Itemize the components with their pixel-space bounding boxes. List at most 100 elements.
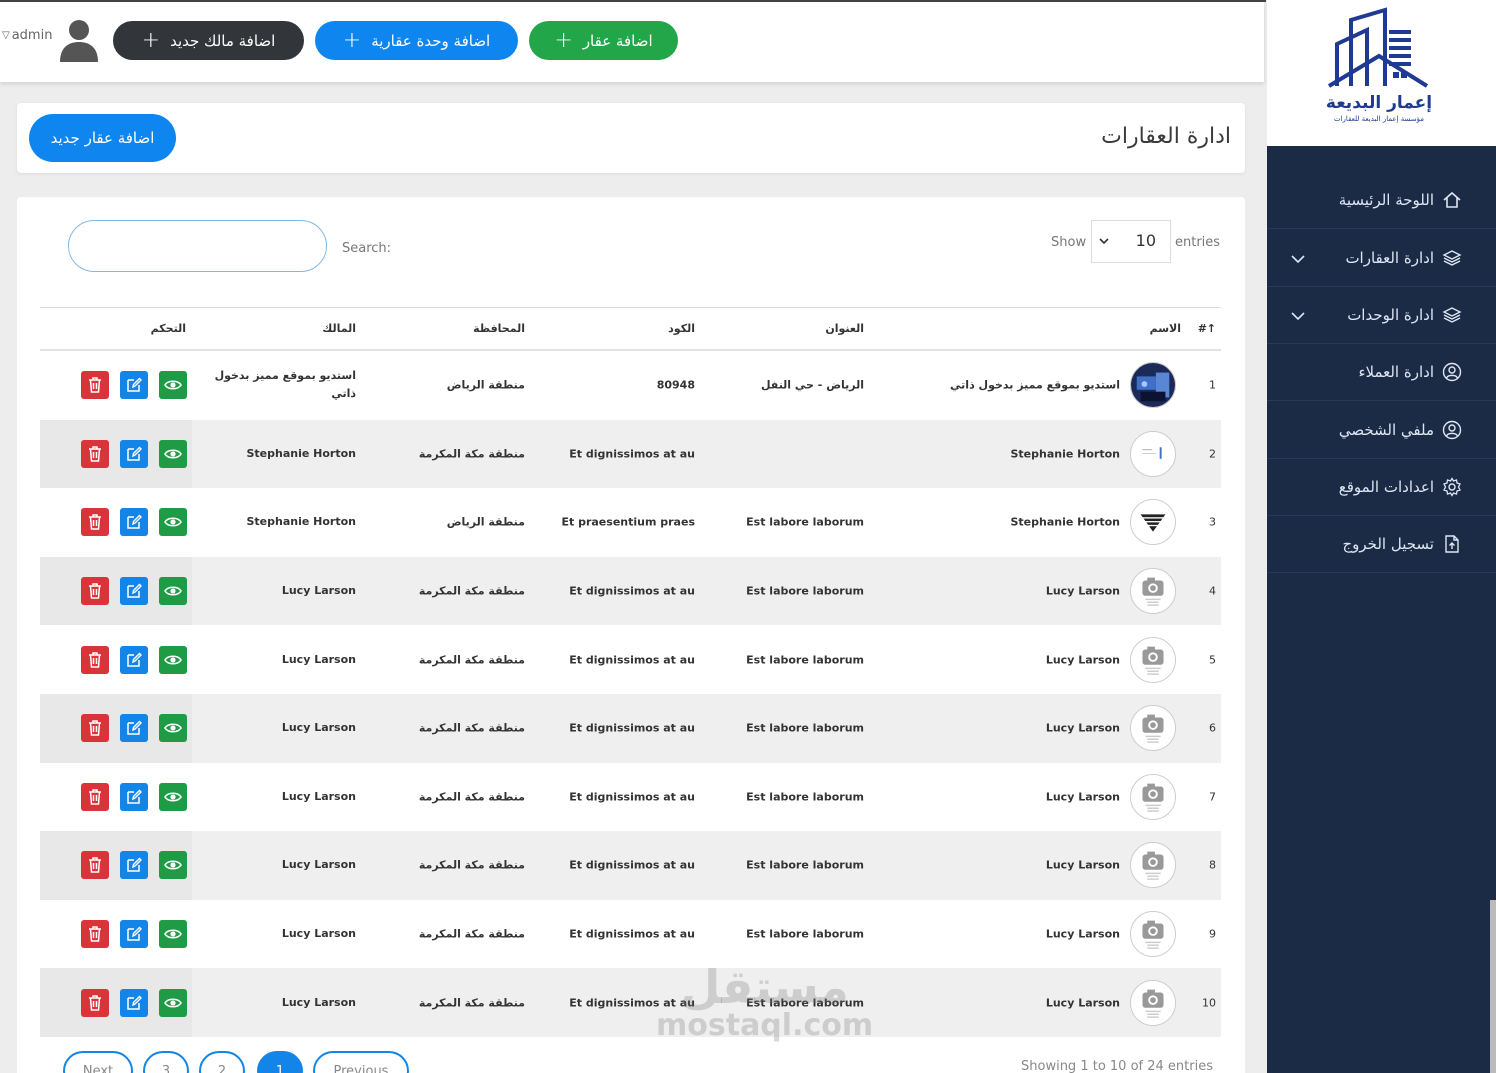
delete-button[interactable] (81, 508, 109, 537)
col-header-governorate[interactable]: المحافظة (473, 322, 525, 335)
sidebar-item-label: ادارة العقارات (1345, 249, 1434, 267)
sidebar-item-units[interactable]: ادارة الوحدات (1267, 287, 1496, 344)
delete-button[interactable] (81, 920, 109, 949)
user-circle-icon (1442, 420, 1462, 440)
search-label: Search: (342, 241, 392, 256)
cell-owner: استديو بموقع مميز بدخول ذاتي (214, 369, 356, 401)
cell-owner: Lucy Larson (281, 995, 356, 1009)
trash-icon (87, 582, 103, 600)
user-menu[interactable]: ▽ admin (2, 28, 52, 43)
edit-button[interactable] (120, 645, 148, 674)
entries-length-select[interactable]: 10 (1091, 220, 1171, 263)
pagination-page-1[interactable]: 1 (257, 1051, 303, 1073)
add-unit-button[interactable]: + اضافة وحدة عقارية (315, 21, 518, 60)
edit-button[interactable] (120, 439, 148, 468)
property-thumbnail[interactable] (1130, 979, 1176, 1026)
add-owner-button[interactable]: + اضافة مالك جديد (113, 21, 304, 60)
pagination-previous[interactable]: Previous (313, 1051, 409, 1073)
plus-icon: + (554, 27, 573, 53)
col-header-name[interactable]: الاسم (1150, 322, 1181, 335)
sidebar-item-label: اللوحة الرئيسية (1338, 191, 1434, 209)
cell-governorate: منطقة مكة المكرمة (418, 721, 525, 735)
edit-button[interactable] (120, 851, 148, 880)
sort-icon[interactable]: ↑ (1207, 322, 1216, 335)
layers-icon (1442, 305, 1462, 325)
view-button[interactable] (159, 920, 187, 949)
view-button[interactable] (159, 439, 187, 468)
view-button[interactable] (159, 714, 187, 743)
property-thumbnail[interactable] (1130, 362, 1176, 409)
sidebar-item-dashboard[interactable]: اللوحة الرئيسية (1267, 172, 1496, 229)
delete-button[interactable] (81, 988, 109, 1017)
edit-button[interactable] (120, 508, 148, 537)
cell-name: Lucy Larson (1045, 996, 1120, 1010)
view-button[interactable] (159, 851, 187, 880)
view-button[interactable] (159, 577, 187, 606)
property-thumbnail[interactable] (1130, 636, 1176, 683)
scrollbar-thumb[interactable] (1490, 900, 1496, 1073)
delete-button[interactable] (81, 645, 109, 674)
table-row: 6 Lucy Larson Est labore laborum Et digniss… (40, 693, 1221, 763)
cell-address: Est labore laborum (746, 721, 864, 735)
view-button[interactable] (159, 782, 187, 811)
pagination-next[interactable]: Next (63, 1051, 133, 1073)
chevron-down-icon (1291, 312, 1305, 321)
eye-icon (164, 719, 182, 737)
delete-button[interactable] (81, 371, 109, 400)
delete-button[interactable] (81, 851, 109, 880)
pagination-page-2[interactable]: 2 (199, 1051, 245, 1073)
sidebar-item-settings[interactable]: اعدادات الموقع (1267, 459, 1496, 516)
table-row: 1 استديو بموقع مميز بدخول ذاتي الرياض - حي… (40, 351, 1221, 420)
user-name: admin (11, 28, 53, 43)
property-thumbnail[interactable] (1130, 430, 1176, 477)
cell-owner: Lucy Larson (281, 652, 356, 666)
add-unit-label: اضافة وحدة عقارية (371, 31, 491, 50)
col-header-address[interactable]: العنوان (825, 322, 864, 335)
trash-icon (87, 925, 103, 943)
edit-button[interactable] (120, 988, 148, 1017)
edit-icon (125, 994, 143, 1012)
sidebar-item-logout[interactable]: تسجيل الخروج (1267, 516, 1496, 573)
col-header-code[interactable]: الكود (668, 322, 695, 335)
cell-num: 1 (1209, 378, 1216, 392)
col-header-owner[interactable]: المالك (322, 322, 356, 335)
sidebar-item-profile[interactable]: ملفي الشخصي (1267, 402, 1496, 459)
property-thumbnail[interactable] (1130, 705, 1176, 752)
add-property-button[interactable]: + اضافة عقار (529, 21, 678, 60)
cell-name: استديو بموقع مميز بدخول ذاتي (950, 378, 1120, 392)
view-button[interactable] (159, 645, 187, 674)
edit-button[interactable] (120, 920, 148, 949)
brand-name: إعمار البديعة (1326, 93, 1432, 113)
edit-button[interactable] (120, 577, 148, 606)
delete-button[interactable] (81, 439, 109, 468)
edit-button[interactable] (120, 782, 148, 811)
delete-button[interactable] (81, 782, 109, 811)
sidebar-item-properties[interactable]: ادارة العقارات (1267, 230, 1496, 287)
delete-button[interactable] (81, 714, 109, 743)
watermark-en: mostaql.com (656, 1008, 874, 1043)
sidebar-item-clients[interactable]: ادارة العملاء (1267, 344, 1496, 401)
col-header-num[interactable]: # (1198, 322, 1207, 335)
add-new-property-button[interactable]: اضافة عقار جديد (29, 114, 176, 162)
brand-logo-area[interactable]: إعمار البديعة مؤسسة إعمار البديعة للعقار… (1267, 0, 1496, 146)
cell-num: 10 (1202, 996, 1216, 1010)
avatar[interactable] (58, 16, 100, 62)
pagination-page-3[interactable]: 3 (143, 1051, 189, 1073)
property-thumbnail[interactable] (1130, 842, 1176, 889)
cell-code: Et dignissimos at au (569, 790, 695, 804)
edit-button[interactable] (120, 714, 148, 743)
cell-name: Lucy Larson (1045, 927, 1120, 941)
cell-code: Et dignissimos at au (569, 584, 695, 598)
property-thumbnail[interactable] (1130, 773, 1176, 820)
property-thumbnail[interactable] (1130, 568, 1176, 615)
view-button[interactable] (159, 988, 187, 1017)
search-input[interactable] (68, 220, 327, 272)
home-icon (1442, 190, 1462, 210)
delete-button[interactable] (81, 577, 109, 606)
eye-icon (164, 582, 182, 600)
view-button[interactable] (159, 508, 187, 537)
edit-button[interactable] (120, 371, 148, 400)
view-button[interactable] (159, 371, 187, 400)
property-thumbnail[interactable] (1130, 499, 1176, 546)
property-thumbnail[interactable] (1130, 911, 1176, 958)
